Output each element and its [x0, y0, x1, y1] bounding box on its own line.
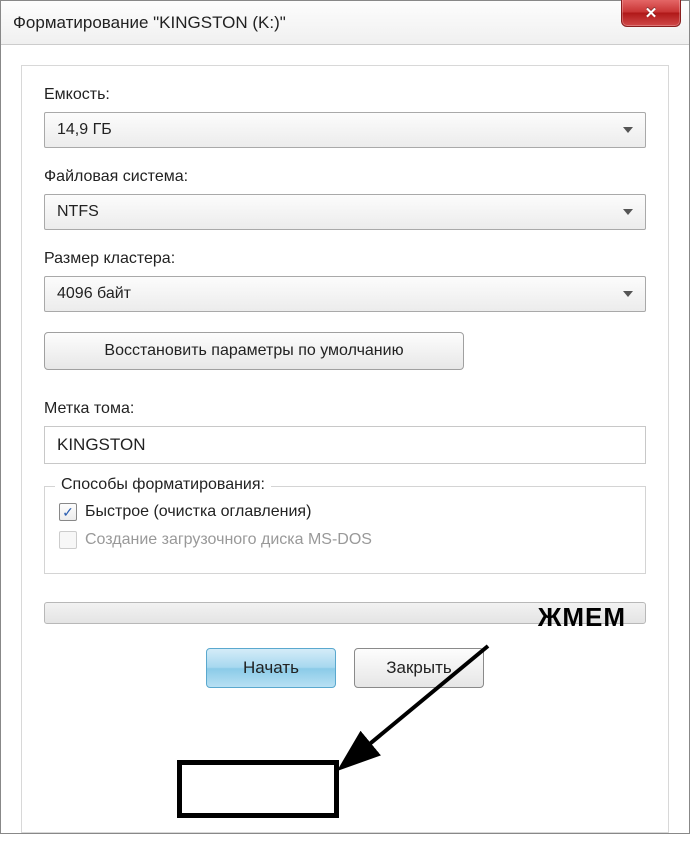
chevron-down-icon — [623, 291, 633, 297]
volume-label-label: Метка тома: — [44, 400, 646, 418]
restore-defaults-button[interactable]: Восстановить параметры по умолчанию — [44, 332, 464, 370]
format-dialog: Форматирование "KINGSTON (K:)" ✕ Емкость… — [0, 0, 690, 834]
close-window-button[interactable]: ✕ — [621, 0, 681, 27]
format-options-title: Способы форматирования: — [55, 476, 271, 494]
msdos-boot-row: Создание загрузочного диска MS-DOS — [59, 531, 631, 549]
annotation-highlight — [177, 760, 339, 818]
content-area: Емкость: 14,9 ГБ Файловая система: NTFS … — [1, 45, 689, 849]
filesystem-label: Файловая система: — [44, 168, 646, 186]
quick-format-row: ✓ Быстрое (очистка оглавления) — [59, 503, 631, 521]
inner-panel: Емкость: 14,9 ГБ Файловая система: NTFS … — [21, 65, 669, 833]
capacity-dropdown[interactable]: 14,9 ГБ — [44, 112, 646, 148]
button-row: Начать Закрыть — [44, 648, 646, 688]
close-button[interactable]: Закрыть — [354, 648, 484, 688]
cluster-label: Размер кластера: — [44, 250, 646, 268]
chevron-down-icon — [623, 127, 633, 133]
checkmark-icon: ✓ — [62, 504, 74, 521]
filesystem-dropdown[interactable]: NTFS — [44, 194, 646, 230]
quick-format-checkbox[interactable]: ✓ — [59, 503, 77, 521]
capacity-label: Емкость: — [44, 86, 646, 104]
annotation-text: ЖМЕМ — [538, 602, 626, 633]
cluster-dropdown[interactable]: 4096 байт — [44, 276, 646, 312]
window-title: Форматирование "KINGSTON (K:)" — [13, 13, 286, 33]
cluster-value: 4096 байт — [57, 285, 623, 303]
chevron-down-icon — [623, 209, 633, 215]
capacity-value: 14,9 ГБ — [57, 121, 623, 139]
filesystem-value: NTFS — [57, 203, 623, 221]
start-button[interactable]: Начать — [206, 648, 336, 688]
close-icon: ✕ — [645, 4, 658, 22]
format-options-group: Способы форматирования: ✓ Быстрое (очист… — [44, 486, 646, 574]
titlebar: Форматирование "KINGSTON (K:)" ✕ — [1, 1, 689, 45]
msdos-boot-checkbox — [59, 531, 77, 549]
msdos-boot-label: Создание загрузочного диска MS-DOS — [85, 531, 372, 549]
quick-format-label: Быстрое (очистка оглавления) — [85, 503, 311, 521]
volume-label-input[interactable]: KINGSTON — [44, 426, 646, 464]
